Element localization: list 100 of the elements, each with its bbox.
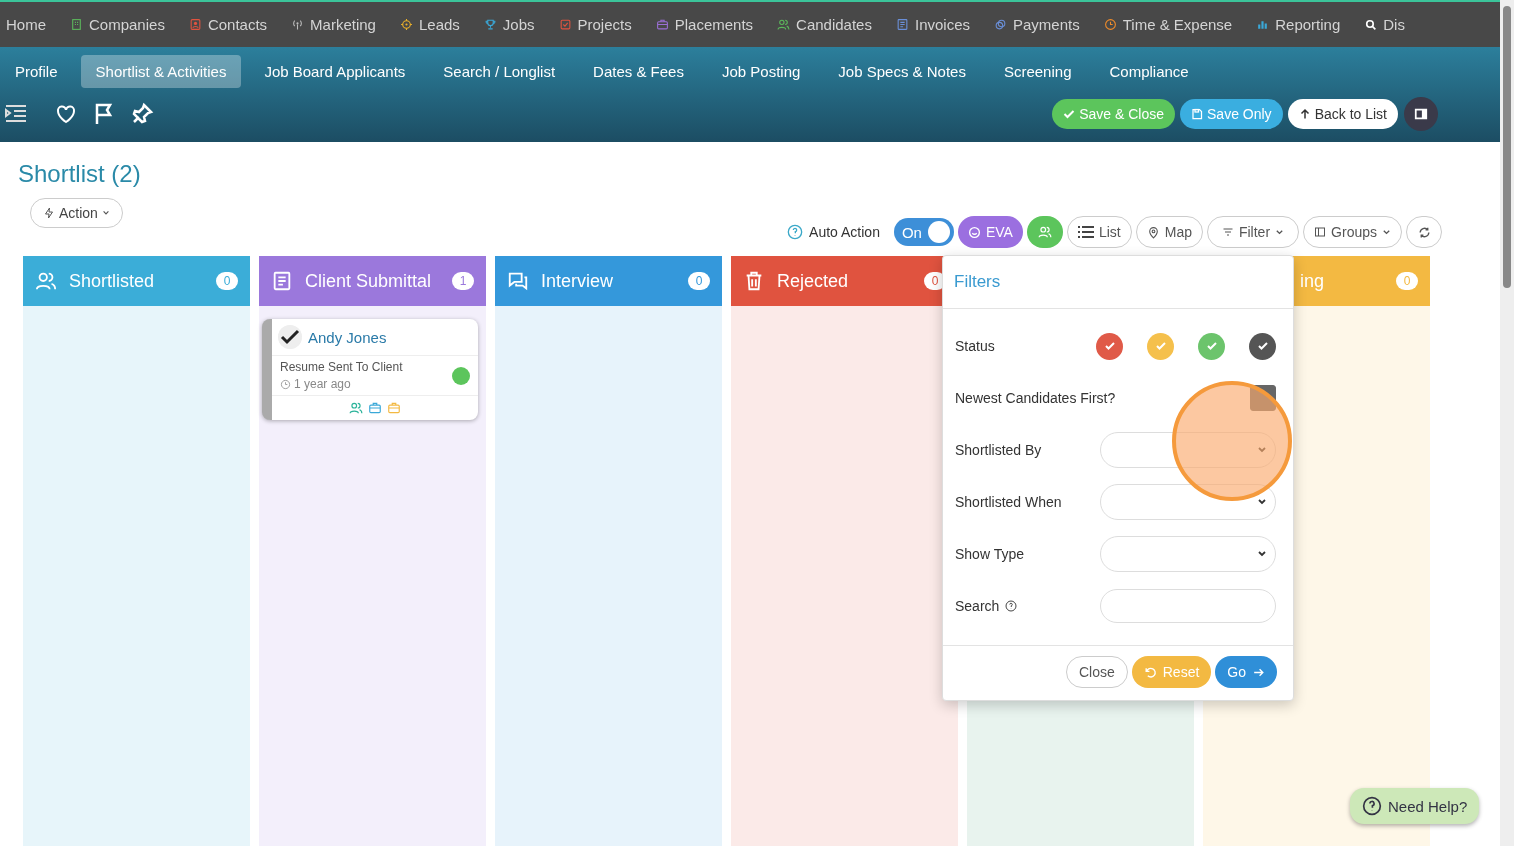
help-icon [1362,796,1382,816]
people-icon [35,270,57,292]
nav-link[interactable]: Companies [70,15,165,33]
groups-dropdown[interactable]: Groups [1303,216,1402,248]
target-icon [399,17,413,31]
people-icon [349,401,363,415]
list-icon [1077,225,1094,239]
nav-link[interactable]: Leads [399,15,460,33]
tab[interactable]: Search / Longlist [428,55,571,88]
antenna-icon [291,17,305,31]
close-button[interactable]: Close [1065,656,1128,688]
scrollbar[interactable] [1500,0,1514,846]
nav-link[interactable]: Projects [558,15,632,33]
nav-link[interactable]: Candidates [777,15,872,33]
field-label: Newest Candidates First? [955,390,1116,406]
tab[interactable]: Profile [0,55,73,88]
field-label: Shortlisted When [955,494,1062,510]
caret-icon [1257,445,1267,455]
check-icon [1256,340,1269,352]
check-icon [1205,340,1218,352]
tab[interactable]: Compliance [1094,55,1204,88]
nav-link[interactable]: Placements [655,15,754,33]
tab[interactable]: Screening [988,55,1087,88]
nav-link[interactable]: Payments [994,15,1080,33]
people-icon [777,17,791,31]
people-button[interactable] [1026,216,1063,248]
search-icon [1364,17,1378,31]
caret-icon [1257,497,1267,507]
caret-icon [1275,227,1285,237]
nav-link[interactable]: Marketing [291,15,376,33]
panel-toggle-button[interactable] [1404,96,1438,131]
count-badge: 0 [688,272,710,290]
column-title: ing [1300,270,1326,292]
status-toggle[interactable] [1249,332,1276,360]
page-title: Shortlist (2) [18,160,142,188]
eva-button[interactable]: EVA [957,216,1023,248]
nav-link[interactable]: Contacts [188,15,268,33]
status-toggle[interactable] [1147,332,1174,360]
refresh-icon [1417,225,1431,239]
nav-link[interactable]: Invoices [895,15,970,33]
column-title: Shortlisted [69,270,156,292]
checkbox-icon [558,17,572,31]
nav-link[interactable]: Time & Expense [1103,15,1233,33]
lightning-icon [43,207,55,219]
list-view-button[interactable]: List [1066,216,1132,248]
document-icon [271,270,293,292]
undo-icon [1143,665,1157,679]
help-icon[interactable] [1005,600,1018,612]
columns-icon [1314,226,1327,238]
chat-bubble-icon [967,225,981,239]
caret-icon [101,209,110,217]
auto-action-toggle[interactable]: On [893,218,954,246]
column-title: Interview [541,270,615,292]
card-status: Resume Sent To Client [280,360,403,374]
check-icon [1103,340,1116,352]
status-toggle[interactable] [1096,332,1123,360]
back-to-list-button[interactable]: Back to List [1287,98,1398,129]
field-label: Search [955,598,1000,614]
candidate-name[interactable]: Andy Jones [308,328,387,346]
chat-icon [507,270,529,292]
action-dropdown[interactable]: Action [30,198,123,228]
go-button[interactable]: Go [1215,656,1277,688]
field-label: Status [955,338,995,354]
card-time: 1 year ago [294,377,351,391]
building-icon [70,17,83,31]
auto-action-label: Auto Action [809,224,880,240]
trophy-icon [483,17,497,31]
nav-link[interactable]: Dis [1364,15,1405,33]
location-pin-icon [1146,225,1160,239]
caret-icon [1382,227,1391,237]
column-title: Rejected [777,270,850,292]
search-field[interactable] [1100,589,1276,623]
nav-link[interactable]: Home [6,15,46,33]
nav-link[interactable]: Reporting [1256,15,1341,33]
briefcase-icon [387,401,401,415]
need-help-button[interactable]: Need Help? [1350,788,1480,824]
filter-dropdown[interactable]: Filter [1206,216,1300,248]
popup-title: Filters [943,256,1293,309]
tab[interactable]: Job Specs & Notes [823,55,981,88]
people-icon [1037,225,1052,239]
caret-icon [1257,549,1267,559]
tab[interactable]: Dates & Fees [578,55,699,88]
tab[interactable]: Job Board Applicants [249,55,421,88]
nav-link[interactable]: Jobs [483,15,535,33]
refresh-button[interactable] [1406,216,1442,248]
field-label: Shortlisted By [955,442,1042,458]
map-button[interactable]: Map [1135,216,1203,248]
filter-icon [1221,226,1234,238]
briefcase-icon [655,17,669,31]
status-toggle[interactable] [1198,332,1225,360]
sidebar-panel-icon [1414,106,1428,121]
coins-icon [994,17,1007,31]
select-field[interactable] [1100,536,1276,572]
tab[interactable]: Job Posting [706,55,816,88]
checkbox[interactable] [1250,385,1276,411]
pin-icon[interactable] [130,101,154,126]
select-field[interactable] [1100,484,1276,520]
candidate-card[interactable]: Andy Jones Resume Sent To Client 1 year ago [262,319,478,420]
help-icon[interactable] [787,224,804,240]
select-field[interactable] [1100,432,1276,468]
